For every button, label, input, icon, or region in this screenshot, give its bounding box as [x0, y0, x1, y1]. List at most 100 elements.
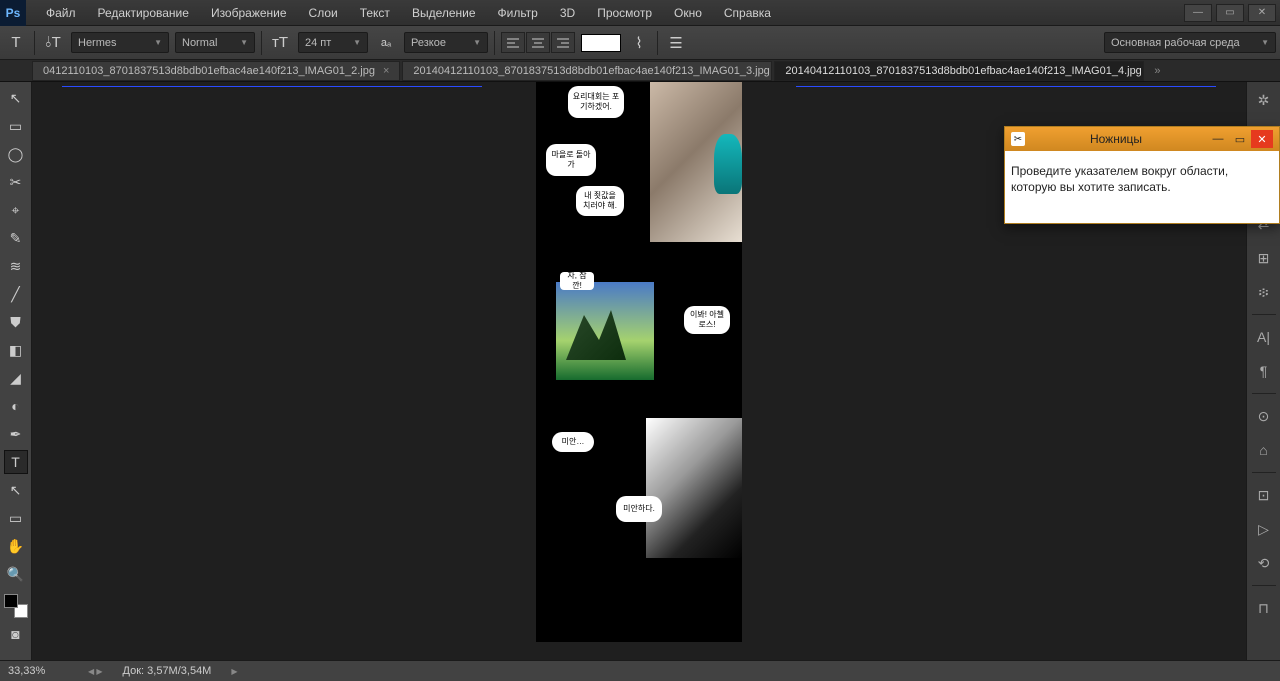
menu-view[interactable]: Просмотр	[587, 3, 662, 23]
menu-file[interactable]: Файл	[36, 3, 86, 23]
chevron-down-icon: ▼	[232, 38, 248, 47]
move-tool[interactable]: ↖	[4, 86, 28, 110]
foreground-color-swatch[interactable]	[4, 594, 18, 608]
eraser-tool[interactable]: ◢	[4, 366, 28, 390]
menu-text[interactable]: Текст	[350, 3, 400, 23]
speech-bubble: 미안…	[552, 432, 594, 452]
zoom-tool[interactable]: 🔍	[4, 562, 28, 586]
menu-help[interactable]: Справка	[714, 3, 781, 23]
compass-icon[interactable]: ✲	[1252, 88, 1276, 112]
speech-bubble: 자, 잠깐!	[560, 272, 594, 290]
paragraph-icon[interactable]: ¶	[1252, 359, 1276, 383]
foreground-background-colors[interactable]	[4, 594, 28, 618]
type-tool-icon[interactable]: T	[4, 31, 28, 55]
menubar: Файл Редактирование Изображение Слои Тек…	[36, 3, 781, 23]
snip-close-button[interactable]: ✕	[1251, 130, 1273, 148]
path-select-tool[interactable]: ↖	[4, 478, 28, 502]
history-icon[interactable]: ⟲	[1252, 551, 1276, 575]
speech-bubble: 미안하다.	[616, 496, 662, 522]
divider	[261, 31, 262, 55]
snipping-tool-window[interactable]: ✂ Ножницы — ▭ ✕ Проведите указателем вок…	[1004, 126, 1280, 224]
document-tab-active[interactable]: 20140412110103_8701837513d8bdb01efbac4ae…	[774, 61, 1144, 81]
antialias-dropdown[interactable]: Резкое ▼	[404, 32, 488, 53]
chevron-down-icon: ▼	[146, 38, 162, 47]
shape-tool[interactable]: ▭	[4, 506, 28, 530]
menu-3d[interactable]: 3D	[550, 3, 585, 23]
align-center-button[interactable]	[526, 32, 550, 53]
font-style-dropdown[interactable]: Normal ▼	[175, 32, 255, 53]
quick-select-tool[interactable]: ✂	[4, 170, 28, 194]
align-left-button[interactable]	[501, 32, 525, 53]
quick-mask-toggle[interactable]: ◙	[4, 622, 28, 646]
color-wheel-icon[interactable]: ⊙	[1252, 404, 1276, 428]
text-align-group	[501, 32, 575, 53]
menu-select[interactable]: Выделение	[402, 3, 486, 23]
minimize-button[interactable]: —	[1184, 4, 1212, 22]
align-right-button[interactable]	[551, 32, 575, 53]
menu-filter[interactable]: Фильтр	[488, 3, 548, 23]
menu-window[interactable]: Окно	[664, 3, 712, 23]
marquee-tool[interactable]: ▭	[4, 114, 28, 138]
chevron-down-icon: ▼	[1253, 38, 1269, 47]
crop-tool[interactable]: ⌖	[4, 198, 28, 222]
document-tab[interactable]: 0412110103_8701837513d8bdb01efbac4ae140f…	[32, 61, 400, 81]
speech-bubble: 내 죗값을 치러야 해.	[576, 186, 624, 216]
healing-tool[interactable]: ≋	[4, 254, 28, 278]
snip-body-text: Проведите указателем вокруг области, кот…	[1005, 151, 1279, 223]
type-orientation-icon[interactable]: ⫰T	[41, 31, 65, 55]
swatches-icon[interactable]: ⊞	[1252, 246, 1276, 270]
font-family-value: Hermes	[78, 37, 117, 49]
eyedropper-tool[interactable]: ✎	[4, 226, 28, 250]
menu-image[interactable]: Изображение	[201, 3, 297, 23]
chevron-icon[interactable]: ◀ ▶	[88, 667, 103, 676]
styles-icon[interactable]: ⌂	[1252, 438, 1276, 462]
comic-panel	[556, 282, 654, 380]
close-button[interactable]: ✕	[1248, 4, 1276, 22]
tools-panel: ↖ ▭ ◯ ✂ ⌖ ✎ ≋ ╱ ⛊ ◧ ◢ ◐ ✒ T ↖ ▭ ✋ 🔍 ◙	[0, 82, 32, 660]
maximize-button[interactable]: ▭	[1216, 4, 1244, 22]
tab-label: 0412110103_8701837513d8bdb01efbac4ae140f…	[43, 65, 375, 77]
panels-toggle-icon[interactable]: ☰	[664, 31, 688, 55]
separator	[1252, 314, 1276, 315]
font-style-value: Normal	[182, 37, 217, 49]
menu-edit[interactable]: Редактирование	[88, 3, 199, 23]
snip-title: Ножницы	[1031, 132, 1201, 146]
brushes-icon[interactable]: ፨	[1252, 280, 1276, 304]
document-tab[interactable]: 20140412110103_8701837513d8bdb01efbac4ae…	[402, 61, 772, 81]
zoom-level[interactable]: 33,33%	[8, 665, 68, 677]
tab-label: 20140412110103_8701837513d8bdb01efbac4ae…	[785, 65, 1144, 77]
separator	[1252, 393, 1276, 394]
gradient-tool[interactable]: ◐	[4, 394, 28, 418]
workspace-dropdown[interactable]: Основная рабочая среда▼	[1104, 32, 1276, 53]
tabs-overflow-button[interactable]: »	[1154, 65, 1160, 77]
doc-size: Док: 3,57M/3,54M	[123, 665, 212, 677]
font-size-icon: тT	[268, 31, 292, 55]
hand-tool[interactable]: ✋	[4, 534, 28, 558]
font-size-dropdown[interactable]: 24 пт▼	[298, 32, 368, 53]
speech-bubble: 마을로 돌아가	[546, 144, 596, 176]
chevron-down-icon: ▼	[465, 38, 481, 47]
lasso-tool[interactable]: ◯	[4, 142, 28, 166]
font-family-dropdown[interactable]: Hermes ▼	[71, 32, 169, 53]
panel-icon[interactable]: ⊓	[1252, 596, 1276, 620]
pen-tool[interactable]: ✒	[4, 422, 28, 446]
history-brush-tool[interactable]: ◧	[4, 338, 28, 362]
snip-maximize-button[interactable]: ▭	[1229, 130, 1251, 148]
tab-label: 20140412110103_8701837513d8bdb01efbac4ae…	[413, 65, 769, 77]
menu-layers[interactable]: Слои	[299, 3, 348, 23]
character-icon[interactable]: A|	[1252, 325, 1276, 349]
snip-minimize-button[interactable]: —	[1207, 130, 1229, 148]
snip-titlebar[interactable]: ✂ Ножницы — ▭ ✕	[1005, 127, 1279, 151]
close-icon[interactable]: ×	[383, 65, 389, 77]
brush-tool[interactable]: ╱	[4, 282, 28, 306]
status-bar: 33,33% ◀ ▶ Док: 3,57M/3,54M ▶	[0, 660, 1280, 681]
chevron-right-icon[interactable]: ▶	[231, 667, 237, 676]
stamp-tool[interactable]: ⛊	[4, 310, 28, 334]
text-color-swatch[interactable]	[581, 34, 621, 52]
antialias-value: Резкое	[411, 37, 446, 49]
font-size-value: 24 пт	[305, 37, 331, 49]
warp-text-icon[interactable]: ⌇	[627, 31, 651, 55]
type-tool[interactable]: T	[4, 450, 28, 474]
panel-icon[interactable]: ⊡	[1252, 483, 1276, 507]
actions-icon[interactable]: ▷	[1252, 517, 1276, 541]
